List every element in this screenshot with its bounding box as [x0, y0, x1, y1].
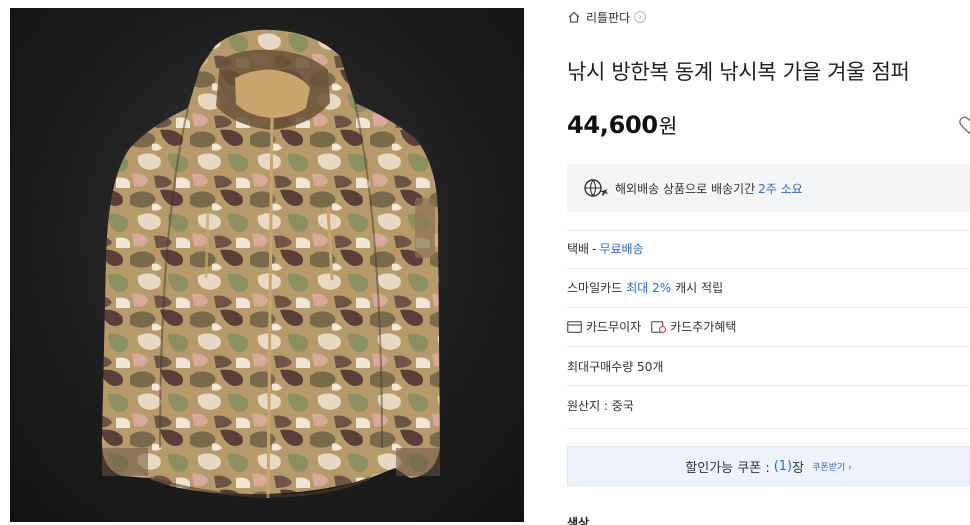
divider: [567, 307, 970, 308]
card-extra-benefit-button[interactable]: 카드추가혜택: [651, 318, 736, 335]
divider: [567, 230, 970, 231]
globe-plane-icon: [584, 179, 608, 197]
card-extra-benefit-label: 카드추가혜택: [670, 320, 737, 334]
delivery-row: 택배 - 무료배송: [567, 240, 644, 257]
jacket-illustration: [101, 29, 441, 499]
delivery-dash: -: [592, 241, 597, 256]
card-benefit-icon: [651, 320, 667, 333]
divider: [567, 346, 970, 347]
coupon-count: (1): [773, 458, 793, 474]
store-breadcrumb[interactable]: 리틀판다 ›: [567, 8, 647, 26]
color-option-label: 색상: [567, 516, 590, 525]
max-quantity: 최대구매수량 50개: [567, 360, 664, 374]
price-currency: 원: [658, 114, 678, 138]
product-info-panel: 리틀판다 › 낚시 방한복 동계 낚시복 가을 겨울 점퍼 44,600 원 해…: [567, 0, 970, 525]
card-benefits-row: 카드무이자 카드추가혜택: [567, 318, 746, 335]
coupon-label: 할인가능 쿠폰 :: [685, 460, 770, 476]
smile-card-rate: 최대 2%: [626, 281, 672, 295]
coupon-unit: 장: [792, 460, 805, 476]
smile-card-label: 스마일카드: [567, 281, 623, 295]
shipping-period: 2주 소요: [758, 181, 803, 196]
product-image: [10, 8, 524, 522]
heart-icon[interactable]: [958, 114, 970, 136]
divider: [567, 385, 970, 386]
divider: [567, 268, 970, 269]
chevron-right-icon: ›: [634, 11, 647, 23]
product-price: 44,600 원: [567, 110, 677, 139]
coupon-box[interactable]: 할인가능 쿠폰 : (1) 장 쿠폰받기 ›: [567, 446, 970, 486]
delivery-fee: 무료배송: [599, 242, 644, 256]
credit-card-icon: [567, 320, 582, 333]
delivery-method: 택배: [567, 242, 590, 256]
smile-card-suffix: 캐시 적립: [675, 281, 724, 295]
coupon-receive-link[interactable]: 쿠폰받기 ›: [812, 460, 852, 473]
store-name[interactable]: 리틀판다: [586, 9, 630, 26]
smile-card-row[interactable]: 스마일카드 최대 2% 캐시 적립: [567, 279, 723, 296]
card-interest-free-label: 카드무이자: [586, 320, 642, 334]
country-of-origin: 원산지 : 중국: [567, 399, 634, 413]
home-icon: [568, 11, 580, 23]
divider: [567, 428, 970, 429]
product-title: 낚시 방한복 동계 낚시복 가을 겨울 점퍼: [567, 60, 910, 84]
card-interest-free-button[interactable]: 카드무이자: [567, 318, 641, 335]
shipping-notice-text: 해외배송 상품으로 배송기간: [615, 181, 756, 196]
overseas-shipping-notice: 해외배송 상품으로 배송기간 2주 소요: [567, 164, 970, 212]
price-value: 44,600: [567, 111, 658, 139]
